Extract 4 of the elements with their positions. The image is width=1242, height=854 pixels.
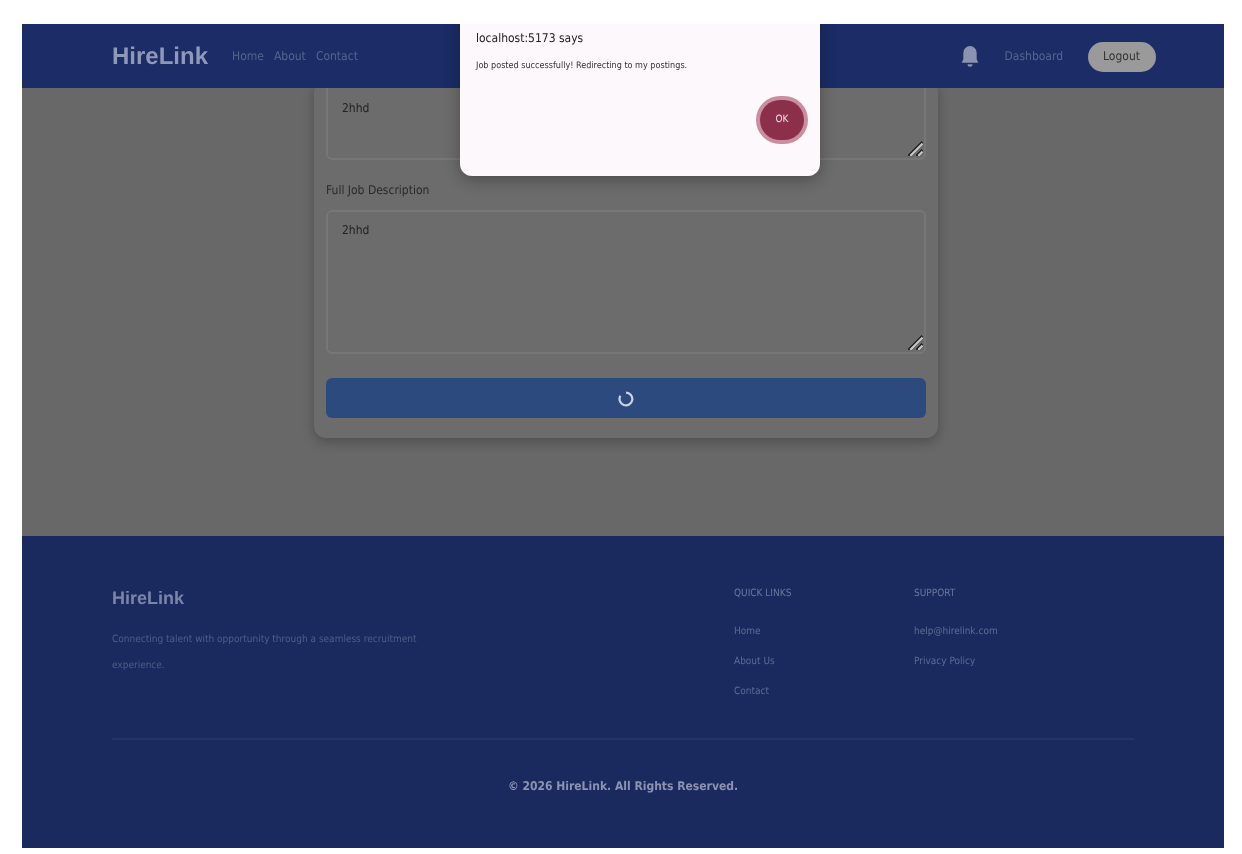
logo[interactable]: HireLink: [112, 42, 209, 70]
bell-icon[interactable]: [960, 44, 981, 68]
spinner-icon: [618, 389, 634, 407]
footer-logo: HireLink: [112, 588, 187, 608]
